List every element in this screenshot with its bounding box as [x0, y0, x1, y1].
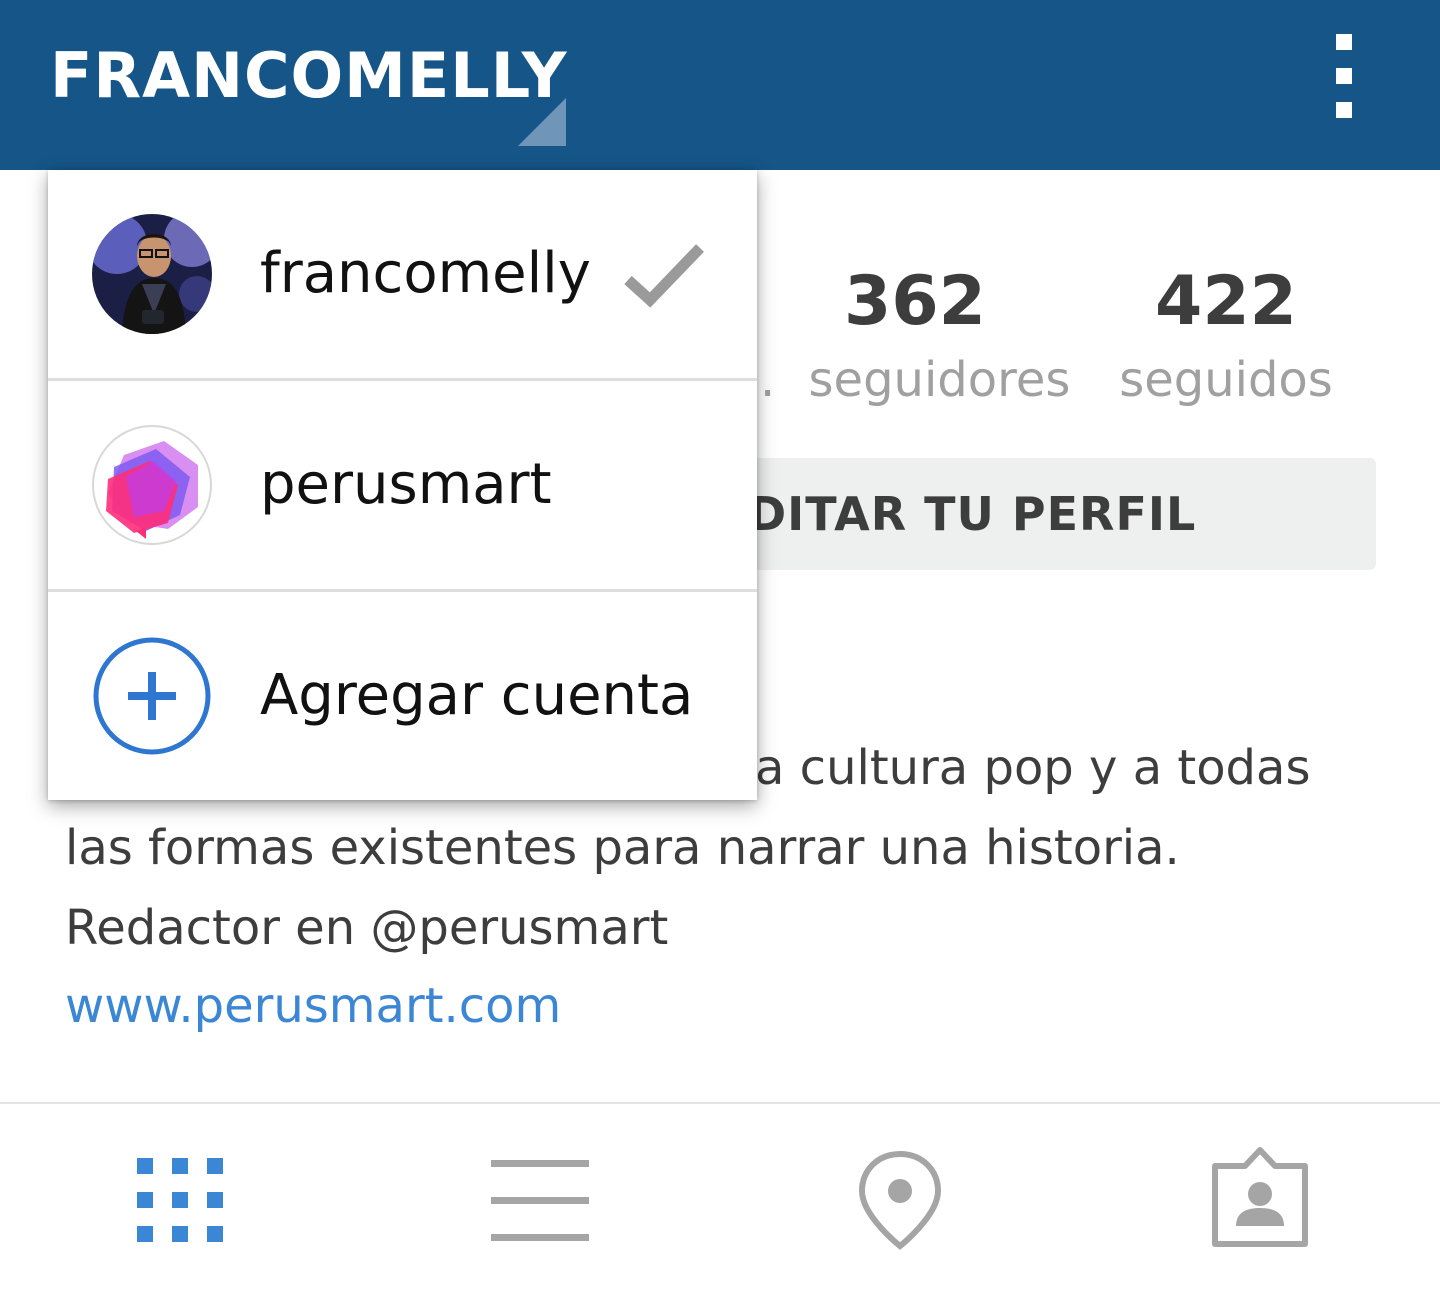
followers-count: 362	[844, 262, 986, 341]
tagged-photos-icon[interactable]	[1205, 1144, 1315, 1254]
vertical-dots-icon[interactable]	[1314, 28, 1374, 124]
account-label-perusmart: perusmart	[260, 452, 552, 517]
profile-photo-avatar	[92, 214, 212, 334]
list-icon[interactable]	[485, 1144, 595, 1254]
bio-line-1: a cultura pop y a todas	[755, 740, 1311, 796]
add-account-label: Agregar cuenta	[260, 663, 694, 728]
perusmart-logo-avatar	[92, 425, 212, 545]
following-count: 422	[1155, 262, 1297, 341]
bio-line-2: las formas existentes para narrar una hi…	[65, 820, 1180, 876]
account-item-perusmart[interactable]: perusmart	[48, 381, 757, 591]
followers-label: seguidores	[808, 352, 1071, 408]
triangle-corner-icon[interactable]	[518, 98, 566, 146]
account-username-title[interactable]: FRANCOMELLY	[50, 38, 567, 114]
top-app-bar: FRANCOMELLY	[0, 0, 1440, 170]
account-label-francomelly: francomelly	[260, 241, 591, 306]
followers-stat[interactable]: 362 . seguidores	[760, 262, 1090, 410]
following-stat[interactable]: 422 seguidos	[1096, 262, 1356, 410]
checkmark-icon	[624, 244, 704, 308]
map-pin-icon[interactable]	[845, 1144, 955, 1254]
profile-tab-bar	[0, 1102, 1440, 1295]
grid-icon[interactable]	[125, 1144, 235, 1254]
edit-profile-button[interactable]: DITAR TU PERFIL	[700, 458, 1376, 570]
add-account-item[interactable]: Agregar cuenta	[48, 592, 757, 802]
posts-label-fragment: .	[760, 352, 776, 408]
bio-line-3: Redactor en @perusmart	[65, 900, 669, 956]
plus-circle-icon	[93, 637, 211, 755]
following-label: seguidos	[1119, 352, 1333, 408]
account-switcher-menu: francomelly perusmart Agregar cuenta	[48, 170, 757, 800]
account-item-francomelly[interactable]: francomelly	[48, 170, 757, 380]
website-link[interactable]: www.perusmart.com	[65, 968, 561, 1044]
